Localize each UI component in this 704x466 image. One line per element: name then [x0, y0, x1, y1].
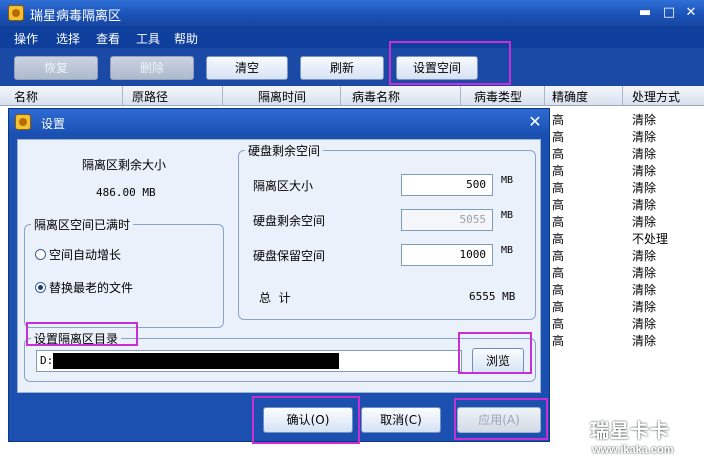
column-accuracy[interactable]: 精确度	[552, 88, 588, 105]
row-accuracy: 高	[552, 300, 565, 314]
redacted-path	[53, 353, 339, 369]
total-label: 总 计	[259, 291, 291, 305]
row-action: 清除	[632, 283, 657, 297]
minimize-icon[interactable]: ▬	[636, 4, 654, 22]
disk-reserve-label: 硬盘保留空间	[253, 249, 326, 263]
highlight-box-browse	[458, 332, 532, 374]
disk-reserve-unit: MB	[501, 245, 514, 256]
row-accuracy: 高	[552, 215, 565, 229]
disk-space-group: 硬盘剩余空间 隔离区大小 500 MB 硬盘剩余空间 5055 MB 硬盘保留空…	[238, 142, 536, 320]
auto-grow-radio[interactable]	[35, 249, 46, 260]
when-full-group: 隔离区空间已满时 空间自动增长 替换最老的文件	[24, 216, 224, 328]
column-virus-type[interactable]: 病毒类型	[474, 88, 522, 105]
disk-reserve-input[interactable]: 1000	[401, 244, 493, 266]
menu-select[interactable]: 选择	[56, 30, 80, 47]
quarantine-size-input[interactable]: 500	[401, 174, 493, 196]
app-logo-icon	[8, 5, 24, 21]
directory-path-input[interactable]: D:	[36, 350, 462, 372]
remaining-size-label: 隔离区剩余大小	[82, 158, 167, 172]
row-action: 清除	[632, 113, 657, 127]
highlight-box-apply	[454, 398, 548, 440]
row-action: 清除	[632, 300, 657, 314]
delete-button[interactable]: 删除	[110, 56, 194, 80]
main-titlebar[interactable]: 瑞星病毒隔离区 ▬ □ ✕	[0, 0, 704, 26]
column-name[interactable]: 名称	[14, 88, 38, 105]
directory-path-prefix: D:	[40, 354, 54, 367]
settings-dialog: 设置 ✕ 隔离区剩余大小 486.00 MB 隔离区空间已满时 空间自动增长 替…	[8, 108, 550, 442]
row-accuracy: 高	[552, 334, 565, 348]
close-icon[interactable]: ✕	[682, 4, 700, 22]
disk-space-group-title: 硬盘剩余空间	[245, 142, 324, 159]
row-action: 清除	[632, 317, 657, 331]
row-action: 清除	[632, 334, 657, 348]
disk-free-input: 5055	[401, 209, 493, 231]
watermark: 瑞星卡卡 www.ikaka.com	[566, 410, 702, 462]
restore-button[interactable]: 恢复	[14, 56, 98, 80]
toolbar: 恢复 删除 清空 刷新 设置空间	[0, 48, 704, 86]
highlight-box-directory	[26, 322, 138, 346]
row-action: 清除	[632, 198, 657, 212]
row-accuracy: 高	[552, 266, 565, 280]
row-accuracy: 高	[552, 113, 565, 127]
dialog-logo-icon	[15, 114, 31, 130]
row-action: 清除	[632, 266, 657, 280]
disk-free-unit: MB	[501, 210, 514, 221]
quarantine-size-label: 隔离区大小	[253, 179, 314, 193]
row-action: 清除	[632, 181, 657, 195]
watermark-brand: 瑞星卡卡	[590, 420, 671, 442]
row-accuracy: 高	[552, 198, 565, 212]
highlight-box-set-space	[389, 41, 511, 85]
row-accuracy: 高	[552, 283, 565, 297]
menu-view[interactable]: 查看	[96, 30, 120, 47]
watermark-logo-icon	[566, 414, 592, 454]
column-quarantine-time[interactable]: 隔离时间	[258, 88, 306, 105]
row-action: 清除	[632, 164, 657, 178]
replace-oldest-label[interactable]: 替换最老的文件	[49, 279, 133, 296]
remaining-size-value: 486.00 MB	[96, 186, 156, 199]
row-accuracy: 高	[552, 181, 565, 195]
dialog-title: 设置	[41, 117, 66, 131]
menu-bar: 操作 选择 查看 工具 帮助	[0, 26, 704, 48]
highlight-box-ok	[252, 396, 360, 444]
row-action: 清除	[632, 130, 657, 144]
watermark-url: www.ikaka.com	[592, 444, 674, 456]
row-action: 清除	[632, 147, 657, 161]
disk-free-label: 硬盘剩余空间	[253, 214, 326, 228]
when-full-group-title: 隔离区空间已满时	[31, 216, 134, 233]
total-value: 6555 MB	[469, 290, 516, 303]
menu-operate[interactable]: 操作	[14, 30, 38, 47]
row-accuracy: 高	[552, 164, 565, 178]
refresh-button[interactable]: 刷新	[300, 56, 384, 80]
app-title: 瑞星病毒隔离区	[30, 9, 122, 24]
clear-button[interactable]: 清空	[206, 56, 288, 80]
row-accuracy: 高	[552, 147, 565, 161]
auto-grow-label[interactable]: 空间自动增长	[49, 246, 121, 263]
dialog-titlebar[interactable]: 设置 ✕	[9, 109, 549, 135]
row-action: 不处理	[632, 232, 669, 246]
list-header: 名称 原路径 隔离时间 病毒名称 病毒类型 精确度 处理方式	[0, 86, 704, 106]
column-original-path[interactable]: 原路径	[132, 88, 168, 105]
row-accuracy: 高	[552, 232, 565, 246]
row-action: 清除	[632, 215, 657, 229]
column-virus-name[interactable]: 病毒名称	[352, 88, 400, 105]
cancel-button[interactable]: 取消(C)	[361, 407, 441, 433]
dialog-close-icon[interactable]: ✕	[525, 112, 545, 132]
menu-tools[interactable]: 工具	[136, 30, 160, 47]
row-accuracy: 高	[552, 317, 565, 331]
menu-help[interactable]: 帮助	[174, 30, 198, 47]
quarantine-size-unit: MB	[501, 175, 514, 186]
row-accuracy: 高	[552, 249, 565, 263]
maximize-icon[interactable]: □	[660, 4, 678, 22]
column-action[interactable]: 处理方式	[632, 88, 680, 105]
row-accuracy: 高	[552, 130, 565, 144]
row-action: 清除	[632, 249, 657, 263]
replace-oldest-radio[interactable]	[35, 282, 46, 293]
